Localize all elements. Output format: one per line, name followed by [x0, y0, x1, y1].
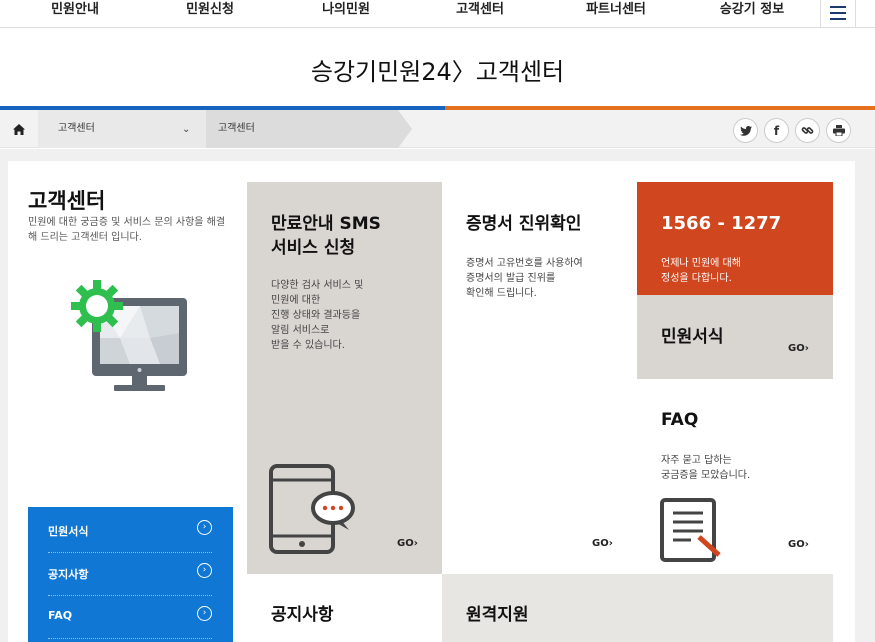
card-phone: 1566 - 1277 언제나 민원에 대해 정성을 다합니다.	[637, 182, 833, 295]
desc-line: 받을 수 있습니다.	[271, 340, 345, 351]
sidebar-nav: 민원서식 › 공지사항 › FAQ ›	[28, 507, 233, 642]
go-label: GO	[788, 539, 805, 550]
sidebar-item-forms[interactable]: 민원서식 ›	[48, 510, 212, 553]
gnb-item-partner[interactable]: 파트너센터	[586, 0, 646, 22]
chevron-right-icon: ›	[197, 606, 212, 621]
card-sms-title-line2: 서비스 신청	[271, 238, 356, 258]
sidebar-item-label: 공지사항	[48, 568, 89, 581]
sidebar-item-label: 민원서식	[48, 525, 89, 538]
sidebar-description: 민원에 대한 궁금증 및 서비스 문의 사항을 해결해 드리는 고객센터 입니다…	[28, 217, 226, 243]
card-forms-title: 민원서식	[661, 327, 724, 347]
card-faq-desc: 자주 묻고 답하는 궁금증을 모았습니다.	[661, 453, 750, 483]
card-notice[interactable]: 공지사항	[247, 574, 442, 642]
print-icon[interactable]	[826, 118, 851, 143]
gnb-item-apply[interactable]: 민원신청	[186, 0, 234, 22]
desc-line: 확인해 드립니다.	[466, 288, 537, 299]
sidebar-item-label: FAQ	[48, 609, 73, 622]
go-link[interactable]: GO›	[592, 538, 613, 549]
tablet-chat-icon	[269, 464, 359, 560]
card-faq[interactable]: FAQ 자주 묻고 답하는 궁금증을 모았습니다. GO›	[637, 379, 833, 574]
desc-line: 언제나 민원에 대해	[661, 258, 741, 269]
chevron-right-icon: ›	[197, 563, 212, 578]
page-title: 승강기민원24〉고객센터	[310, 58, 565, 86]
go-label: GO	[397, 538, 414, 549]
chevron-down-icon[interactable]: ⌄	[182, 124, 190, 135]
sidebar-title: 고객센터	[28, 189, 106, 213]
hamburger-icon[interactable]	[820, 0, 856, 27]
chevron-right-icon: ›	[197, 520, 212, 535]
desc-line: 증명서 고유번호를 사용하여	[466, 258, 583, 269]
gnb-item-info[interactable]: 승강기 정보	[720, 0, 784, 22]
desc-line: 다양한 검사 서비스 및	[271, 280, 364, 291]
twitter-icon[interactable]	[733, 118, 758, 143]
go-link[interactable]: GO›	[788, 539, 809, 550]
card-phone-desc: 언제나 민원에 대해 정성을 다합니다.	[661, 256, 741, 286]
desc-line: 진행 상태와 결과등을	[271, 310, 361, 321]
desc-line: 자주 묻고 답하는	[661, 455, 732, 466]
card-sms-title: 만료안내 SMS	[271, 214, 381, 234]
card-sms-desc: 다양한 검사 서비스 및 민원에 대한 진행 상태와 결과등을 알림 서비스로 …	[271, 278, 363, 353]
desc-line: 정성을 다합니다.	[661, 273, 732, 284]
card-certificate-title: 증명서 진위확인	[466, 214, 582, 234]
desc-line: 알림 서비스로	[271, 325, 330, 336]
card-forms[interactable]: 민원서식 GO›	[637, 295, 833, 379]
sidebar-item-faq[interactable]: FAQ ›	[48, 596, 212, 639]
card-remote-support[interactable]: 원격지원	[442, 574, 833, 642]
card-notice-title: 공지사항	[271, 605, 334, 625]
desc-line: 궁금증을 모았습니다.	[661, 470, 751, 481]
breadcrumb-level1-label: 고객센터	[58, 123, 95, 134]
phone-number: 1566 - 1277	[661, 213, 782, 234]
go-link[interactable]: GO›	[397, 538, 418, 549]
document-pen-icon	[659, 497, 727, 569]
desc-line: 민원에 대한	[271, 295, 321, 306]
global-nav: 민원안내 민원신청 나의민원 고객센터 파트너센터 승강기 정보	[0, 0, 875, 28]
go-link[interactable]: GO›	[788, 343, 809, 354]
go-label: GO	[592, 538, 609, 549]
breadcrumb-end-arrow	[398, 110, 412, 148]
facebook-icon[interactable]: f	[764, 118, 789, 143]
card-certificate[interactable]: 증명서 진위확인 증명서 고유번호를 사용하여 증명서의 발급 진위를 확인해 …	[442, 182, 637, 574]
card-certificate-desc: 증명서 고유번호를 사용하여 증명서의 발급 진위를 확인해 드립니다.	[466, 256, 583, 301]
breadcrumb-level2-label: 고객센터	[218, 123, 255, 134]
sidebar-item-notice[interactable]: 공지사항 ›	[48, 553, 212, 596]
link-icon[interactable]	[795, 118, 820, 143]
breadcrumb-level1[interactable]: 고객센터	[38, 110, 206, 148]
gnb-item-support[interactable]: 고객센터	[456, 0, 504, 22]
desc-line: 증명서의 발급 진위를	[466, 273, 556, 284]
go-label: GO	[788, 343, 805, 354]
home-icon[interactable]	[0, 110, 38, 148]
card-sms-service[interactable]: 만료안내 SMS 서비스 신청 다양한 검사 서비스 및 민원에 대한 진행 상…	[247, 182, 442, 574]
gnb-item-my[interactable]: 나의민원	[322, 0, 370, 22]
card-remote-title: 원격지원	[466, 605, 529, 625]
monitor-gear-icon	[70, 278, 190, 402]
card-faq-title: FAQ	[661, 410, 699, 430]
gnb-item-guide[interactable]: 민원안내	[51, 0, 99, 22]
breadcrumb-level2: 고객센터	[206, 110, 398, 148]
